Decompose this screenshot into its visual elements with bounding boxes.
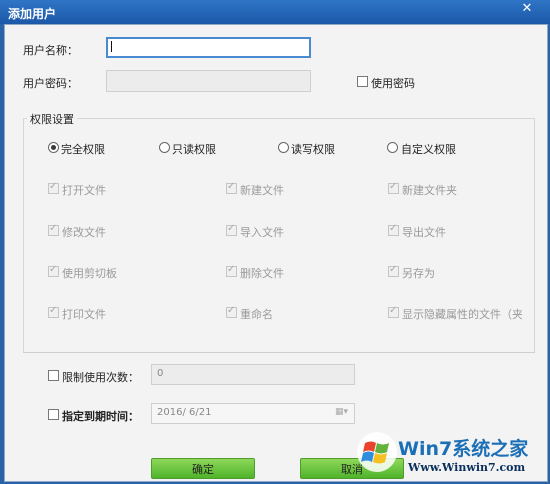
text-caret: [111, 41, 112, 52]
username-label: 用户名称：: [23, 44, 78, 57]
save-as-checkbox[interactable]: [388, 264, 399, 277]
expire-date-label: 指定到期时间：: [62, 410, 139, 423]
radio-full-permission[interactable]: [48, 142, 59, 153]
username-input[interactable]: [106, 37, 311, 58]
open-file-checkbox[interactable]: [48, 181, 59, 194]
save-as-label: 另存为: [402, 267, 435, 280]
expire-date-picker[interactable]: 2016/ 6/21 ▦▾: [151, 403, 355, 424]
use-count-checkbox[interactable]: [48, 370, 59, 381]
rename-checkbox[interactable]: [226, 305, 237, 318]
radio-readonly-permission-label: 只读权限: [172, 143, 216, 156]
clipboard-label: 使用剪切板: [62, 267, 117, 280]
use-count-label: 限制使用次数：: [62, 371, 139, 384]
show-hidden-label: 显示隐藏属性的文件（夹: [402, 308, 522, 321]
modify-file-checkbox[interactable]: [48, 223, 59, 236]
expire-date-value: 2016/ 6/21: [157, 407, 212, 418]
windows-logo-icon: [357, 432, 397, 472]
rename-label: 重命名: [240, 308, 273, 321]
ok-button[interactable]: 确定: [151, 458, 255, 479]
new-file-label: 新建文件: [240, 184, 284, 197]
divider: [23, 352, 535, 353]
import-file-checkbox[interactable]: [226, 223, 237, 236]
watermark: Win7系统之家 Www.Winwin7.com: [350, 428, 548, 484]
watermark-url: Www.Winwin7.com: [408, 461, 526, 474]
password-label: 用户密码：: [23, 77, 78, 90]
new-folder-label: 新建文件夹: [402, 184, 457, 197]
close-icon[interactable]: ✕: [514, 0, 540, 17]
import-file-label: 导入文件: [240, 226, 284, 239]
delete-file-checkbox[interactable]: [226, 264, 237, 277]
radio-custom-permission[interactable]: [387, 142, 398, 153]
password-input[interactable]: [106, 70, 311, 92]
new-file-checkbox[interactable]: [226, 181, 237, 194]
radio-readwrite-permission-label: 读写权限: [291, 143, 335, 156]
radio-readwrite-permission[interactable]: [278, 142, 289, 153]
print-file-label: 打印文件: [62, 308, 106, 321]
print-file-checkbox[interactable]: [48, 305, 59, 318]
use-password-label: 使用密码: [371, 77, 415, 90]
radio-custom-permission-label: 自定义权限: [401, 143, 456, 156]
expire-date-checkbox[interactable]: [48, 409, 59, 420]
new-folder-checkbox[interactable]: [388, 181, 399, 194]
use-count-value: 0: [157, 368, 164, 379]
radio-readonly-permission[interactable]: [159, 142, 170, 153]
open-file-label: 打开文件: [62, 184, 106, 197]
title-bar: 添加用户 ✕: [0, 0, 550, 24]
watermark-brand: Win7系统之家: [398, 438, 529, 460]
use-password-checkbox[interactable]: [357, 76, 368, 87]
radio-full-permission-label: 完全权限: [61, 143, 105, 156]
calendar-icon[interactable]: ▦▾: [335, 407, 349, 418]
export-file-label: 导出文件: [402, 226, 446, 239]
show-hidden-checkbox[interactable]: [388, 305, 399, 318]
delete-file-label: 删除文件: [240, 267, 284, 280]
window-title: 添加用户: [8, 7, 57, 21]
dialog-body: 用户名称： 用户密码： 使用密码 权限设置 完全权限 只读权限 读写权限 自定义…: [4, 24, 548, 482]
modify-file-label: 修改文件: [62, 226, 106, 239]
use-count-input[interactable]: 0: [151, 364, 355, 385]
permission-group-title: 权限设置: [27, 111, 77, 127]
export-file-checkbox[interactable]: [388, 223, 399, 236]
clipboard-checkbox[interactable]: [48, 264, 59, 277]
